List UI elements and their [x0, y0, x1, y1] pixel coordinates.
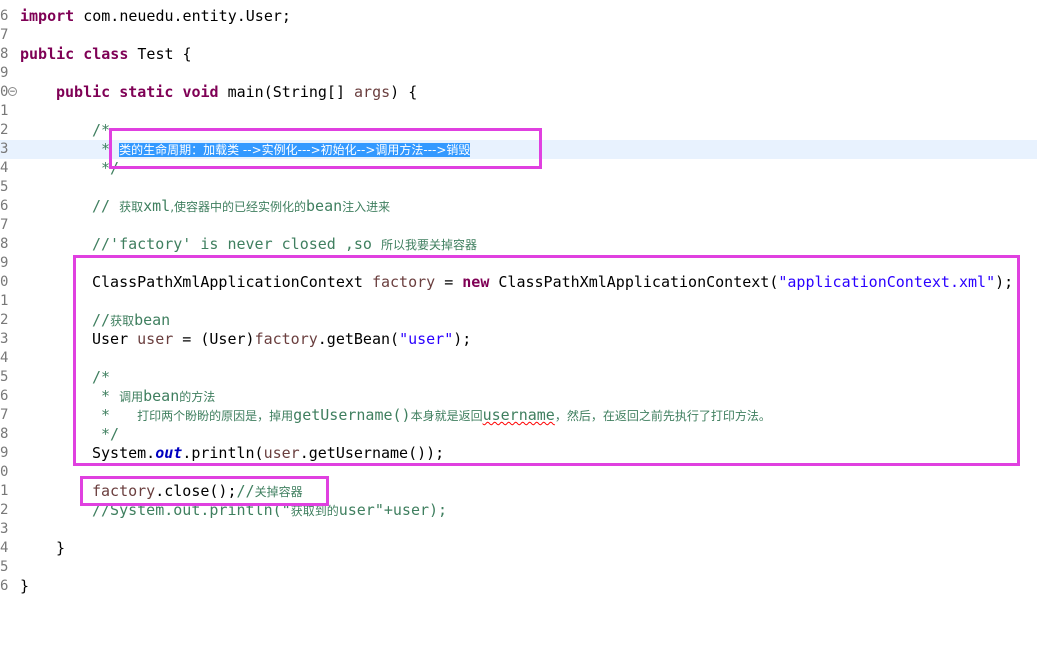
- line-number: 7: [0, 217, 9, 233]
- line-number: 4: [0, 160, 9, 176]
- code-line[interactable]: 5 /*: [0, 368, 1037, 387]
- code-line[interactable]: 1 factory.close();//关掉容器: [0, 482, 1037, 501]
- spellcheck-warning: username: [482, 406, 555, 424]
- line-number: 8: [0, 236, 9, 252]
- method-declaration: public static void main(String[] args) {: [56, 83, 418, 101]
- block-comment-line: * 打印两个盼盼的原因是，掉用getUsername()本身就是返回userna…: [92, 406, 771, 424]
- code-line[interactable]: 0 − public static void main(String[] arg…: [0, 83, 1037, 102]
- line-number: 2: [0, 312, 9, 328]
- line-number: 7: [0, 27, 9, 43]
- line-comment: // 获取xml,使容器中的已经实例化的bean注入进来: [92, 197, 391, 215]
- block-comment-end: */: [101, 425, 120, 443]
- line-number: 4: [0, 350, 9, 366]
- code-line[interactable]: 5: [0, 178, 1037, 197]
- code-editor[interactable]: 6 import com.neuedu.entity.User; 7 8 pub…: [0, 0, 1037, 595]
- line-number: 5: [0, 179, 9, 195]
- code-line-current[interactable]: 3 * 类的生命周期：加载类 -->实例化--->初始化-->调用方法--->销…: [0, 140, 1037, 159]
- code-line[interactable]: 7: [0, 216, 1037, 235]
- line-number: 7: [0, 407, 9, 423]
- factory-declaration: ClassPathXmlApplicationContext factory =…: [92, 273, 1014, 291]
- fold-collapse-icon[interactable]: −: [8, 87, 17, 97]
- code-line[interactable]: 9: [0, 254, 1037, 273]
- code-line[interactable]: 7: [0, 26, 1037, 45]
- block-comment-start: /*: [92, 121, 111, 139]
- class-declaration: public class Test {: [20, 45, 192, 63]
- line-number: 3: [0, 331, 9, 347]
- code-line[interactable]: 3: [0, 520, 1037, 539]
- line-number: 1: [0, 293, 9, 309]
- code-line[interactable]: 9: [0, 64, 1037, 83]
- close-statement: factory.close();//关掉容器: [92, 482, 303, 500]
- code-line[interactable]: 2 //System.out.println("获取到的user"+user);: [0, 501, 1037, 520]
- method-closing-brace: }: [56, 539, 66, 557]
- block-comment-end: */: [101, 159, 120, 177]
- line-number: 3: [0, 141, 9, 157]
- line-number: 1: [0, 103, 9, 119]
- code-line[interactable]: 6 import com.neuedu.entity.User;: [0, 7, 1037, 26]
- line-number: 1: [0, 483, 9, 499]
- code-line[interactable]: 6 // 获取xml,使容器中的已经实例化的bean注入进来: [0, 197, 1037, 216]
- code-line[interactable]: 1: [0, 292, 1037, 311]
- line-number: 3: [0, 521, 9, 537]
- line-number: 6: [0, 8, 9, 24]
- class-closing-brace: }: [20, 577, 30, 595]
- line-number: 2: [0, 122, 9, 138]
- code-line[interactable]: 4 }: [0, 539, 1037, 558]
- line-comment: //获取bean: [92, 311, 171, 329]
- println-statement: System.out.println(user.getUsername());: [92, 444, 445, 462]
- code-line[interactable]: 9 System.out.println(user.getUsername())…: [0, 444, 1037, 463]
- line-number: 5: [0, 369, 9, 385]
- line-number: 6: [0, 198, 9, 214]
- line-number: 9: [0, 65, 9, 81]
- code-line[interactable]: 4: [0, 349, 1037, 368]
- line-comment: //System.out.println("获取到的user"+user);: [92, 501, 448, 519]
- selected-text[interactable]: 类的生命周期：加载类 -->实例化--->初始化-->调用方法--->销毁: [119, 143, 471, 157]
- line-number: 9: [0, 255, 9, 271]
- line-number: 0: [0, 274, 9, 290]
- code-line[interactable]: 0 ClassPathXmlApplicationContext factory…: [0, 273, 1037, 292]
- block-comment-line: * 调用bean的方法: [92, 387, 216, 405]
- line-comment: //'factory' is never closed ,so 所以我要关掉容器: [92, 235, 477, 253]
- code-line[interactable]: 0: [0, 463, 1037, 482]
- line-number: 6: [0, 388, 9, 404]
- code-line[interactable]: 8 //'factory' is never closed ,so 所以我要关掉…: [0, 235, 1037, 254]
- code-line[interactable]: 1: [0, 102, 1037, 121]
- import-statement: import com.neuedu.entity.User;: [20, 7, 291, 25]
- code-line[interactable]: 4 */: [0, 159, 1037, 178]
- line-number: 2: [0, 502, 9, 518]
- code-line[interactable]: 7 * 打印两个盼盼的原因是，掉用getUsername()本身就是返回user…: [0, 406, 1037, 425]
- line-number: 0: [0, 464, 9, 480]
- code-line[interactable]: 8 public class Test {: [0, 45, 1037, 64]
- code-line[interactable]: 2 /*: [0, 121, 1037, 140]
- code-line[interactable]: 6 * 调用bean的方法: [0, 387, 1037, 406]
- code-line[interactable]: 3 User user = (User)factory.getBean("use…: [0, 330, 1037, 349]
- user-declaration: User user = (User)factory.getBean("user"…: [92, 330, 472, 348]
- line-number: 8: [0, 426, 9, 442]
- line-number: 8: [0, 46, 9, 62]
- code-line[interactable]: 2 //获取bean: [0, 311, 1037, 330]
- line-number: 5: [0, 559, 9, 575]
- line-number: 9: [0, 445, 9, 461]
- code-line[interactable]: 5: [0, 558, 1037, 577]
- block-comment-start: /*: [92, 368, 111, 386]
- code-line[interactable]: 6 }: [0, 577, 1037, 596]
- line-number: 4: [0, 540, 9, 556]
- line-number: 6: [0, 578, 9, 594]
- lifecycle-comment: * 类的生命周期：加载类 -->实例化--->初始化-->调用方法--->销毁: [92, 140, 471, 158]
- code-line[interactable]: 8 */: [0, 425, 1037, 444]
